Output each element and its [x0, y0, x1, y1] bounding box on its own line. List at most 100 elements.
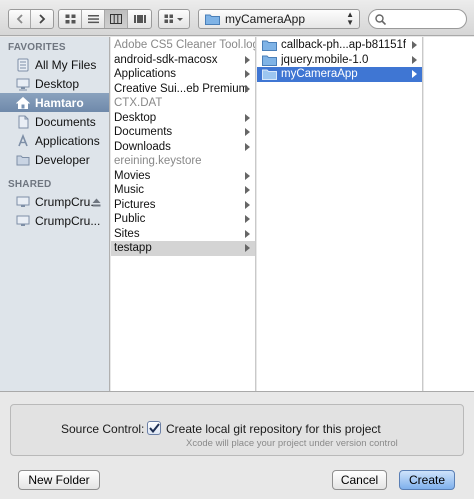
sidebar-item-label: CrumpCru... [35, 213, 101, 228]
sidebar: FAVORITES All My Files Desktop Hamtaro D… [0, 37, 110, 391]
sidebar-item-applications[interactable]: Applications [0, 131, 109, 150]
disclosure-arrow-icon [245, 142, 250, 151]
source-control-label: Source Control: [61, 422, 145, 436]
create-git-repo-checkbox[interactable] [147, 421, 161, 435]
sidebar-item-label: Hamtaro [35, 95, 84, 110]
sidebar-item-label: Desktop [35, 76, 80, 91]
sidebar-item-hamtaro[interactable]: Hamtaro [0, 93, 109, 112]
column-view-button[interactable] [105, 10, 128, 28]
list-view-button[interactable] [82, 10, 105, 28]
disclosure-arrow-icon [245, 200, 250, 209]
up-down-arrows-icon: ▲ ▼ [346, 10, 354, 27]
display-icon [15, 213, 30, 228]
disclosure-arrow-icon [412, 70, 417, 78]
folder-icon [15, 152, 30, 167]
sidebar-item-all-my-files[interactable]: All My Files [0, 55, 109, 74]
list-item[interactable]: callback-ph...ap-b81151f [257, 38, 422, 53]
list-item[interactable]: Documents [111, 125, 255, 140]
list-item[interactable]: Public [111, 212, 255, 227]
list-item[interactable]: Downloads [111, 140, 255, 155]
list-view-icon [87, 15, 99, 24]
list-item[interactable]: Applications [111, 67, 255, 82]
sidebar-item-label: CrumpCru... [35, 194, 101, 209]
location-popup-label: myCameraApp [225, 12, 306, 26]
column-view-icon [110, 14, 122, 24]
list-item[interactable]: Creative Sui...eb Premium [111, 82, 255, 97]
list-item-selected[interactable]: myCameraApp [257, 67, 422, 82]
sidebar-item-shared-computer[interactable]: CrumpCru... [0, 211, 109, 230]
list-item[interactable]: ereining.keystore [111, 154, 255, 169]
display-icon [15, 194, 30, 209]
sidebar-item-desktop[interactable]: Desktop [0, 74, 109, 93]
applications-icon [15, 133, 30, 148]
sidebar-item-label: Applications [35, 133, 100, 148]
browser-column-testapp: callback-ph...ap-b81151f jquery.mobile-1… [257, 37, 423, 391]
sidebar-header-favorites: FAVORITES [8, 42, 66, 53]
arrange-control [158, 9, 190, 29]
browser-column-empty [424, 37, 474, 391]
list-item[interactable]: android-sdk-macosx [111, 53, 255, 68]
checkmark-icon [148, 423, 160, 433]
arrange-icon [164, 14, 183, 23]
folder-icon [262, 40, 277, 52]
create-button[interactable]: Create [399, 470, 455, 490]
list-item[interactable]: Adobe CS5 Cleaner Tool.log [111, 38, 255, 53]
list-item[interactable]: jquery.mobile-1.0 [257, 53, 422, 68]
disclosure-arrow-icon [245, 113, 250, 122]
disclosure-arrow-icon [245, 84, 250, 93]
disclosure-arrow-icon [412, 41, 417, 49]
divider [0, 391, 474, 392]
disclosure-arrow-icon [245, 229, 250, 238]
list-item[interactable]: Movies [111, 169, 255, 184]
sidebar-header-shared: SHARED [8, 179, 52, 190]
folder-icon [262, 55, 277, 66]
disclosure-arrow-icon [245, 171, 250, 180]
forward-button[interactable] [31, 10, 53, 28]
disclosure-arrow-icon [245, 70, 250, 78]
cover-flow-button[interactable] [128, 10, 151, 28]
sidebar-item-label: Documents [35, 114, 96, 129]
all-files-icon [15, 57, 30, 72]
location-popup[interactable]: myCameraApp ▲ ▼ [198, 9, 360, 29]
disclosure-arrow-icon [245, 215, 250, 223]
sidebar-item-documents[interactable]: Documents [0, 112, 109, 131]
disclosure-arrow-icon [245, 128, 250, 136]
search-input[interactable] [389, 13, 464, 25]
list-item[interactable]: Music [111, 183, 255, 198]
view-mode-control [58, 9, 152, 29]
sidebar-item-developer[interactable]: Developer [0, 150, 109, 169]
disclosure-arrow-icon [245, 244, 250, 252]
create-git-repo-label[interactable]: Create local git repository for this pro… [166, 422, 381, 436]
chevron-right-icon [39, 14, 46, 24]
sidebar-item-label: Developer [35, 152, 90, 167]
sidebar-item-label: All My Files [35, 57, 97, 72]
disclosure-arrow-icon [245, 55, 250, 64]
disclosure-arrow-icon [245, 186, 250, 194]
disclosure-arrow-icon [412, 55, 417, 64]
arrange-button[interactable] [159, 10, 189, 28]
new-folder-button[interactable]: New Folder [18, 470, 100, 490]
cover-flow-icon [133, 15, 146, 23]
sidebar-item-shared-computer[interactable]: CrumpCru... [0, 192, 109, 211]
eject-icon[interactable] [92, 196, 101, 210]
search-field[interactable] [368, 9, 467, 29]
list-item[interactable]: CTX.DAT [111, 96, 255, 111]
cancel-button[interactable]: Cancel [332, 470, 387, 490]
toolbar: myCameraApp ▲ ▼ [0, 0, 474, 36]
source-control-panel: Source Control: Create local git reposit… [10, 404, 464, 456]
icon-view-icon [65, 14, 75, 24]
icon-view-button[interactable] [59, 10, 82, 28]
source-control-hint: Xcode will place your project under vers… [186, 438, 398, 449]
back-forward-control [8, 9, 54, 29]
folder-icon [262, 69, 277, 81]
desktop-icon [15, 76, 30, 91]
folder-icon [205, 14, 220, 25]
list-item[interactable]: Desktop [111, 111, 255, 126]
search-icon [375, 13, 386, 25]
list-item-selected[interactable]: testapp [111, 241, 255, 256]
list-item[interactable]: Pictures [111, 198, 255, 213]
back-button[interactable] [9, 10, 31, 28]
list-item[interactable]: Sites [111, 227, 255, 242]
documents-icon [15, 114, 30, 129]
browser-column-home: Adobe CS5 Cleaner Tool.log android-sdk-m… [111, 37, 256, 391]
